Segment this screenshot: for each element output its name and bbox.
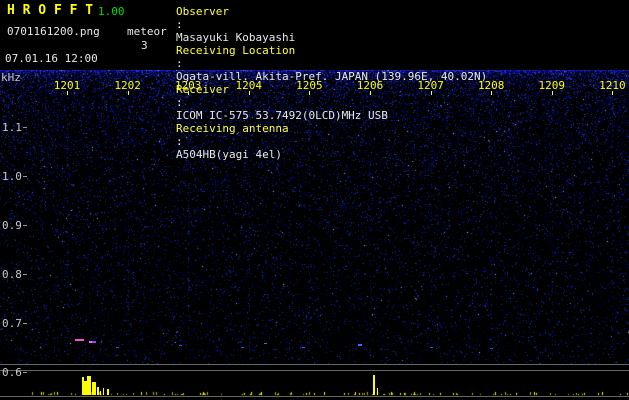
info-value: Masayuki Kobayashi xyxy=(176,31,296,44)
freq-tick-mark xyxy=(23,372,27,373)
freq-tick-mark xyxy=(23,323,27,324)
info-separator: : xyxy=(176,57,190,70)
freq-tick-label: 0.8 xyxy=(2,268,22,281)
divider-line-top xyxy=(0,364,629,365)
info-value: A504HB(yagi 4el) xyxy=(176,148,282,161)
meteor-echo-mark xyxy=(302,346,306,348)
time-tick-mark xyxy=(188,91,190,95)
mode-label: meteor xyxy=(127,25,167,38)
signal-spike xyxy=(376,388,378,395)
time-tick-mark xyxy=(430,91,432,95)
freq-tick-mark xyxy=(23,176,27,177)
signal-spike xyxy=(91,382,96,395)
info-label: Receiving antenna xyxy=(176,122,289,135)
freq-tick-label: 1.0 xyxy=(2,170,22,183)
time-tick-mark xyxy=(491,91,493,95)
signal-spike xyxy=(103,388,105,395)
time-tick-mark xyxy=(551,91,553,95)
meteor-echo-mark xyxy=(429,346,433,348)
info-value: ICOM IC-575 53.7492(0LCD)MHz USB xyxy=(176,109,388,122)
meteor-echo-mark xyxy=(88,340,92,343)
time-tick-mark xyxy=(67,91,68,95)
freq-tick-mark xyxy=(23,225,27,226)
hrofft-window: H R O F F T 1.00 0701161200.png meteor 3… xyxy=(0,0,629,400)
signal-spike xyxy=(96,387,99,395)
info-separator: : xyxy=(176,96,190,109)
info-row: Receiving Location: Ogata-vill. Akita-Pr… xyxy=(176,44,487,83)
freq-tick-label: 0.9 xyxy=(2,219,22,232)
signal-spike xyxy=(373,375,376,395)
freq-tick-mark xyxy=(23,127,27,128)
signal-spike xyxy=(107,389,110,395)
divider-line-bottom xyxy=(0,396,629,397)
meteor-echo-mark xyxy=(489,347,493,349)
meteor-echo-mark xyxy=(241,346,245,348)
meteor-echo-mark xyxy=(92,340,97,343)
signal-spike xyxy=(100,391,102,395)
freq-tick-label: 0.7 xyxy=(2,317,22,330)
time-tick-mark xyxy=(370,91,371,95)
meteor-echo-mark xyxy=(75,338,85,341)
app-version: 1.00 xyxy=(98,5,125,18)
output-filename: 0701161200.png xyxy=(7,25,100,38)
freq-tick-label: 1.1 xyxy=(2,121,22,134)
time-tick-mark xyxy=(309,91,311,95)
freq-axis-unit-label: kHz xyxy=(1,71,21,84)
datetime-label: 07.01.16 12:00 xyxy=(5,52,98,65)
time-tick-mark xyxy=(248,91,250,95)
freq-tick-label: 0.6 xyxy=(2,366,22,379)
app-title: H R O F F T xyxy=(7,3,94,18)
meteor-echo-mark xyxy=(264,342,268,344)
freq-tick-mark xyxy=(23,274,27,275)
divider-line-mid xyxy=(0,370,629,371)
info-row: Receiving antenna: A504HB(yagi 4el) xyxy=(176,122,487,161)
info-label: Receiving Location xyxy=(176,44,296,57)
meteor-count: 3 xyxy=(141,39,148,52)
info-separator: : xyxy=(176,18,190,31)
info-separator: : xyxy=(176,135,190,148)
meteor-echo-mark xyxy=(179,345,183,347)
info-row: Observer: Masayuki Kobayashi xyxy=(176,5,487,44)
meteor-echo-mark xyxy=(357,344,362,347)
time-tick-mark xyxy=(127,91,129,95)
meteor-echo-mark xyxy=(116,346,120,348)
info-label: Observer xyxy=(176,5,229,18)
time-tick-mark xyxy=(612,91,614,95)
